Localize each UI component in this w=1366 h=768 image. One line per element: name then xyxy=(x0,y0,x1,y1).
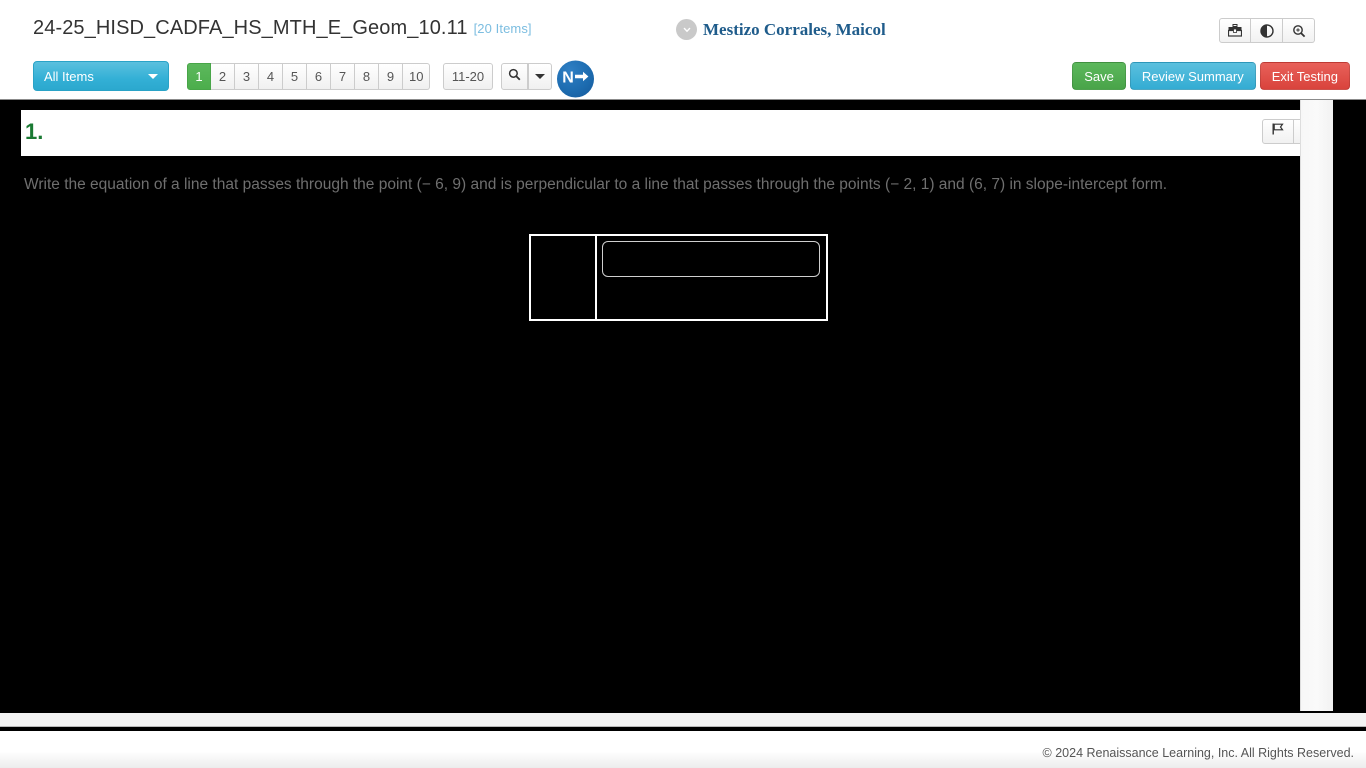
page-title: 24-25_HISD_CADFA_HS_MTH_E_Geom_10.11 [20 … xyxy=(33,17,532,40)
page-button-10[interactable]: 10 xyxy=(403,63,431,90)
review-summary-button[interactable]: Review Summary xyxy=(1129,62,1256,90)
all-items-dropdown[interactable]: All Items xyxy=(33,61,169,91)
tools-button[interactable] xyxy=(1219,18,1251,43)
page-footer: © 2024 Renaissance Learning, Inc. All Ri… xyxy=(0,731,1366,768)
all-items-label: All Items xyxy=(44,68,94,84)
caret-down-icon xyxy=(535,74,545,79)
horizontal-scrollbar[interactable] xyxy=(0,713,1366,727)
exit-testing-button[interactable]: Exit Testing xyxy=(1259,62,1350,90)
question-number: 1. xyxy=(25,119,44,144)
page-button-3[interactable]: 3 xyxy=(235,63,259,90)
page-button-1[interactable]: 1 xyxy=(187,63,211,90)
contrast-button[interactable] xyxy=(1251,18,1283,43)
page-button-8[interactable]: 8 xyxy=(355,63,379,90)
page-button-2[interactable]: 2 xyxy=(211,63,235,90)
student-selector[interactable]: Mestizo Corrales, Maicol xyxy=(676,19,886,40)
vertical-scrollbar[interactable] xyxy=(1300,100,1333,711)
search-dropdown-group xyxy=(501,63,552,90)
student-name: Mestizo Corrales, Maicol xyxy=(703,19,886,39)
assessment-title-text: 24-25_HISD_CADFA_HS_MTH_E_Geom_10.11 xyxy=(33,17,468,39)
item-count-badge: [20 Items] xyxy=(473,21,532,36)
contrast-icon xyxy=(1259,23,1274,38)
page-button-9[interactable]: 9 xyxy=(379,63,403,90)
answer-input[interactable] xyxy=(602,241,820,277)
chevron-down-icon[interactable] xyxy=(676,19,697,40)
page-button-7[interactable]: 7 xyxy=(331,63,355,90)
question-content-area: 1. Write the equation of a line that pas… xyxy=(0,99,1366,713)
save-button[interactable]: Save xyxy=(1072,62,1126,90)
page-range-button[interactable]: 11-20 xyxy=(443,63,493,90)
top-header: 24-25_HISD_CADFA_HS_MTH_E_Geom_10.11 [20 … xyxy=(0,0,1366,58)
flag-icon xyxy=(1271,122,1285,141)
answer-table xyxy=(529,234,828,321)
question-text: Write the equation of a line that passes… xyxy=(24,176,1168,193)
arrow-right-icon xyxy=(574,70,589,88)
flag-question-button[interactable] xyxy=(1262,119,1294,144)
search-icon xyxy=(508,68,521,86)
page-button-5[interactable]: 5 xyxy=(283,63,307,90)
magnifier-icon xyxy=(1292,24,1306,38)
zoom-button[interactable] xyxy=(1283,18,1315,43)
question-scroll-region: 1. Write the equation of a line that pas… xyxy=(3,100,1333,711)
search-dropdown-toggle[interactable] xyxy=(528,63,552,90)
search-button[interactable] xyxy=(501,63,528,90)
action-button-group: Save Review Summary Exit Testing xyxy=(1072,62,1350,90)
page-navigation: 1 2 3 4 5 6 7 8 9 10 xyxy=(187,63,431,90)
page-button-4[interactable]: 4 xyxy=(259,63,283,90)
utility-button-group xyxy=(1219,18,1315,43)
answer-cell-right xyxy=(597,236,826,319)
assessment-toolbar: All Items 1 2 3 4 5 6 7 8 9 10 11-20 N S… xyxy=(0,58,1366,99)
page-button-6[interactable]: 6 xyxy=(307,63,331,90)
answer-cell-left[interactable] xyxy=(531,236,597,319)
caret-down-icon xyxy=(148,73,158,79)
question-header-bar: 1. xyxy=(21,110,1329,156)
next-item-button[interactable]: N xyxy=(557,60,594,97)
toolbox-icon xyxy=(1228,24,1242,37)
next-button-label: N xyxy=(562,69,574,87)
copyright-text: © 2024 Renaissance Learning, Inc. All Ri… xyxy=(1042,746,1354,760)
